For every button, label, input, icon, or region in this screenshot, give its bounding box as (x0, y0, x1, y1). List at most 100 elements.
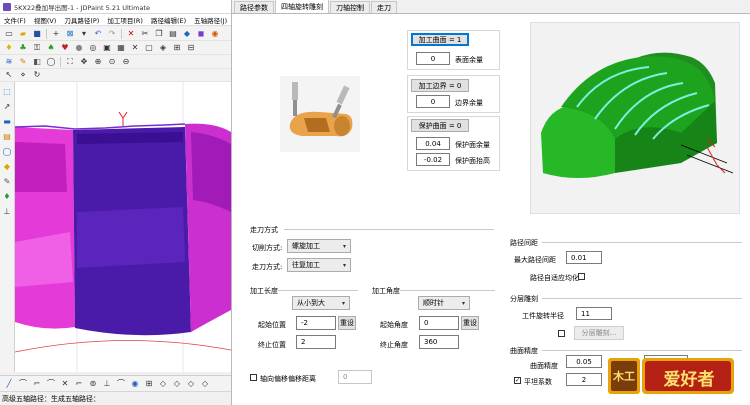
extend-icon[interactable]: ⌐ (74, 378, 85, 389)
cut-icon[interactable]: ✂ (140, 28, 151, 39)
corner-icon[interactable]: ⌐ (32, 378, 43, 389)
rotate-icon[interactable]: ↻ (32, 70, 43, 81)
protect-offset-input[interactable]: -0.02 (416, 153, 450, 166)
machining-surface-button[interactable]: 加工曲面 = 1 (411, 33, 469, 46)
frame-icon[interactable]: ▣ (102, 42, 113, 53)
pen-icon[interactable]: ✎ (2, 176, 13, 187)
rect-select-icon[interactable]: ⬚ (2, 86, 13, 97)
tree-icon[interactable]: ♠ (46, 42, 57, 53)
drop-icon[interactable]: ♦ (2, 191, 13, 202)
minus-square-icon[interactable]: ⊟ (186, 42, 197, 53)
path-icon[interactable]: ↗ (2, 101, 13, 112)
copy-icon[interactable]: ❐ (154, 28, 165, 39)
bulb-icon[interactable]: ♦ (4, 42, 15, 53)
menu-five-axis[interactable]: 五轴路径(J) (190, 15, 231, 25)
dropdown-icon[interactable]: ▾ (79, 28, 90, 39)
stack-icon[interactable]: ▤ (2, 131, 13, 142)
menu-file[interactable]: 文件(F) (0, 15, 30, 25)
offset-distance-input[interactable]: 0 (338, 370, 372, 384)
center-icon[interactable]: ◉ (130, 378, 141, 389)
lock-icon[interactable]: ⚿ (32, 42, 43, 53)
trim-icon[interactable]: ✕ (60, 378, 71, 389)
layers-icon[interactable]: ≋ (4, 56, 15, 67)
measure-icon[interactable]: ▬ (2, 116, 13, 127)
length-reset-button[interactable]: 重设 (338, 316, 356, 330)
shade-icon[interactable]: ◼ (196, 28, 207, 39)
diamond-snap-2-icon[interactable]: ◇ (172, 378, 183, 389)
new-file-icon[interactable]: ▭ (4, 28, 15, 39)
tab-four-axis[interactable]: 四轴旋转雕刻 (275, 0, 329, 13)
tool-icon[interactable]: ⊥ (2, 206, 13, 217)
end-angle-input[interactable]: 360 (419, 335, 459, 349)
length-direction-select[interactable]: 从小到大 ▾ (292, 296, 350, 310)
start-position-input[interactable]: -2 (296, 316, 336, 330)
max-spacing-input[interactable]: 0.01 (566, 251, 602, 264)
cut-mode-select[interactable]: 螺旋加工 ▾ (287, 239, 351, 253)
open-folder-icon[interactable]: ▰ (18, 28, 29, 39)
zoom-in-icon[interactable]: ⊕ (93, 56, 104, 67)
smooth-checkbox[interactable]: ✓ (514, 377, 521, 384)
end-position-input[interactable]: 2 (296, 335, 336, 349)
cube-icon[interactable]: ◧ (32, 56, 43, 67)
protect-allowance-input[interactable]: 0.04 (416, 137, 450, 150)
angle-reset-button[interactable]: 重设 (461, 316, 479, 330)
menu-view[interactable]: 视图(V) (30, 15, 61, 25)
boundary-button[interactable]: 加工边界 = 0 (411, 79, 469, 92)
tab-axis-control[interactable]: 刀轴控制 (330, 1, 370, 13)
layer-icon[interactable]: ◆ (182, 28, 193, 39)
paste-icon[interactable]: ▤ (168, 28, 179, 39)
feed-mode-select[interactable]: 往复加工 ▾ (287, 258, 351, 272)
paint-icon[interactable]: ✎ (18, 56, 29, 67)
warning-icon[interactable]: ◆ (2, 161, 13, 172)
adaptive-optimize-checkbox[interactable] (578, 273, 585, 280)
cross-icon[interactable]: ✕ (130, 42, 141, 53)
diamond-snap-4-icon[interactable]: ◇ (200, 378, 211, 389)
boundary-allowance-input[interactable]: 0 (416, 95, 450, 108)
target-snap-icon[interactable]: ⊚ (88, 378, 99, 389)
menu-toolpath[interactable]: 刀具路径(P) (60, 15, 103, 25)
zoom-out-icon[interactable]: ⊖ (121, 56, 132, 67)
zoom-window-icon[interactable]: ⊙ (107, 56, 118, 67)
menu-project[interactable]: 加工项目(R) (103, 15, 147, 25)
diamond-snap-3-icon[interactable]: ◇ (186, 378, 197, 389)
rotation-radius-input[interactable]: 11 (576, 307, 612, 320)
save-icon[interactable]: ■ (32, 28, 43, 39)
tag-icon[interactable]: ◈ (158, 42, 169, 53)
tab-path-params[interactable]: 路径参数 (234, 1, 274, 13)
render-icon[interactable]: ◉ (210, 28, 221, 39)
tangent-icon[interactable]: ⌒ (116, 378, 127, 389)
pointer-icon[interactable]: ↖ (4, 70, 15, 81)
crosshair-icon[interactable]: + (51, 28, 62, 39)
grid-snap-icon[interactable]: ⊞ (144, 378, 155, 389)
menu-path-edit[interactable]: 路径编辑(E) (147, 15, 190, 25)
angle-direction-select[interactable]: 顺时针 ▾ (418, 296, 470, 310)
surface-allowance-input[interactable]: 0 (416, 52, 450, 65)
arc-icon[interactable]: ⌒ (18, 378, 29, 389)
plus-square-icon[interactable]: ⊞ (172, 42, 183, 53)
grid-icon[interactable]: ▦ (116, 42, 127, 53)
tab-tool[interactable]: 走刀 (371, 1, 397, 13)
perp-icon[interactable]: ⊥ (102, 378, 113, 389)
layering-checkbox[interactable] (558, 330, 565, 337)
fit-icon[interactable]: ⛶ (65, 56, 76, 67)
fillet-icon[interactable]: ⌒ (46, 378, 57, 389)
undo-icon[interactable]: ↶ (93, 28, 104, 39)
start-angle-input[interactable]: 0 (419, 316, 459, 330)
graphics-viewport[interactable] (15, 82, 231, 372)
diamond-snap-icon[interactable]: ◇ (158, 378, 169, 389)
node-icon[interactable]: ⋄ (18, 70, 29, 81)
smooth-input[interactable]: 2 (566, 373, 602, 386)
box-icon[interactable]: ▢ (144, 42, 155, 53)
redo-icon[interactable]: ↷ (107, 28, 118, 39)
pin-icon[interactable]: ♥ (60, 42, 71, 53)
select-box-icon[interactable]: ⊠ (65, 28, 76, 39)
ring-icon[interactable]: ◯ (46, 56, 57, 67)
circle-select-icon[interactable]: ◯ (2, 146, 13, 157)
precision-input[interactable]: 0.05 (566, 355, 602, 368)
protect-surface-button[interactable]: 保护曲面 = 0 (411, 119, 469, 132)
sphere-icon[interactable]: ● (74, 42, 85, 53)
layering-button[interactable]: 分层雕刻... (574, 326, 624, 340)
draw-line-icon[interactable]: ╱ (4, 378, 15, 389)
delete-icon[interactable]: ✕ (126, 28, 137, 39)
axial-offset-checkbox[interactable] (250, 374, 257, 381)
